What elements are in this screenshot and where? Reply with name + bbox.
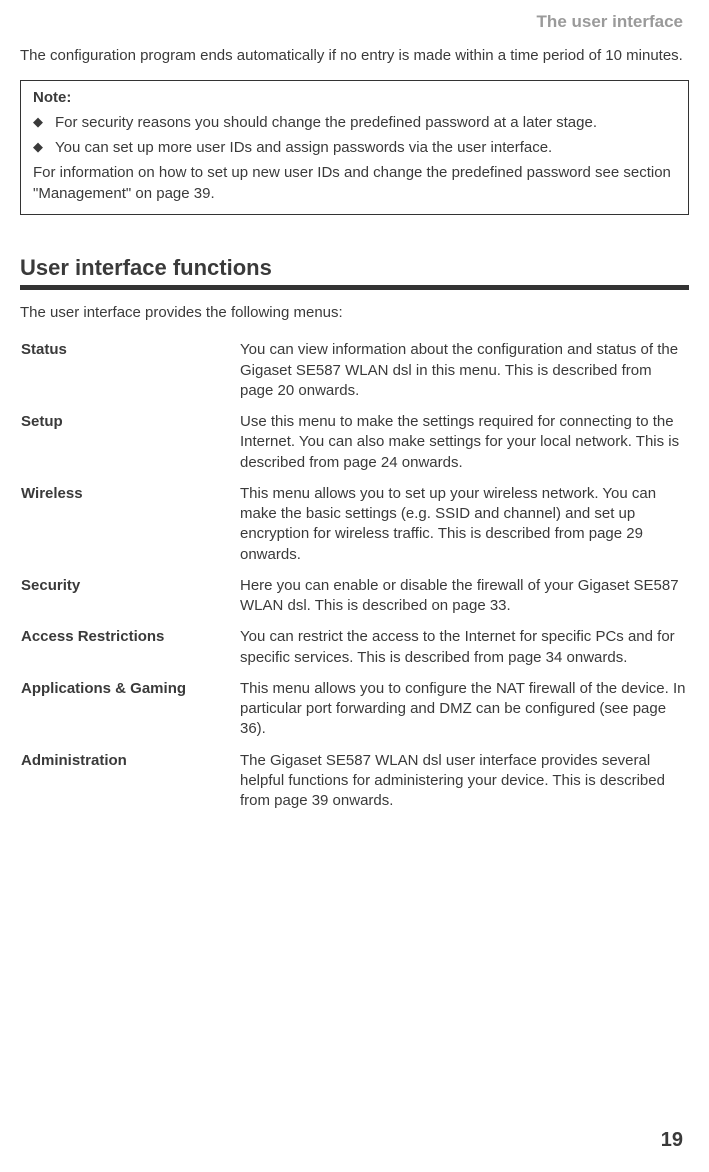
menu-row: Wireless This menu allows you to set up … xyxy=(20,483,689,575)
note-bullet-item: ◆ For security reasons you should change… xyxy=(33,112,676,133)
menu-description: This menu allows you to configure the NA… xyxy=(239,678,689,750)
menu-definitions-table: Status You can view information about th… xyxy=(20,339,689,821)
menu-row: Administration The Gigaset SE587 WLAN ds… xyxy=(20,750,689,822)
note-footer-text: For information on how to set up new use… xyxy=(33,162,676,204)
menu-row: Security Here you can enable or disable … xyxy=(20,575,689,627)
menu-term: Wireless xyxy=(20,483,239,575)
section-intro-text: The user interface provides the followin… xyxy=(20,304,689,321)
note-box: Note: ◆ For security reasons you should … xyxy=(20,80,689,215)
note-title: Note: xyxy=(33,89,676,106)
section-heading: User interface functions xyxy=(20,255,689,281)
section-rule xyxy=(20,285,689,290)
menu-term: Access Restrictions xyxy=(20,626,239,678)
menu-row: Status You can view information about th… xyxy=(20,339,689,411)
menu-term: Security xyxy=(20,575,239,627)
diamond-bullet-icon: ◆ xyxy=(33,137,55,156)
menu-description: You can view information about the confi… xyxy=(239,339,689,411)
menu-description: Use this menu to make the settings requi… xyxy=(239,411,689,483)
menu-description: This menu allows you to set up your wire… xyxy=(239,483,689,575)
menu-term: Applications & Gaming xyxy=(20,678,239,750)
intro-paragraph: The configuration program ends automatic… xyxy=(20,46,689,66)
menu-row: Applications & Gaming This menu allows y… xyxy=(20,678,689,750)
page-header-title: The user interface xyxy=(20,12,683,32)
menu-description: The Gigaset SE587 WLAN dsl user interfac… xyxy=(239,750,689,822)
note-bullet-item: ◆ You can set up more user IDs and assig… xyxy=(33,137,676,158)
page-number: 19 xyxy=(661,1129,683,1152)
document-page: The user interface The configuration pro… xyxy=(0,0,709,1172)
menu-description: You can restrict the access to the Inter… xyxy=(239,626,689,678)
note-bullet-list: ◆ For security reasons you should change… xyxy=(33,112,676,158)
menu-term: Administration xyxy=(20,750,239,822)
menu-term: Status xyxy=(20,339,239,411)
menu-description: Here you can enable or disable the firew… xyxy=(239,575,689,627)
menu-term: Setup xyxy=(20,411,239,483)
menu-row: Access Restrictions You can restrict the… xyxy=(20,626,689,678)
note-bullet-text: For security reasons you should change t… xyxy=(55,112,597,133)
menu-row: Setup Use this menu to make the settings… xyxy=(20,411,689,483)
note-bullet-text: You can set up more user IDs and assign … xyxy=(55,137,552,158)
diamond-bullet-icon: ◆ xyxy=(33,112,55,131)
